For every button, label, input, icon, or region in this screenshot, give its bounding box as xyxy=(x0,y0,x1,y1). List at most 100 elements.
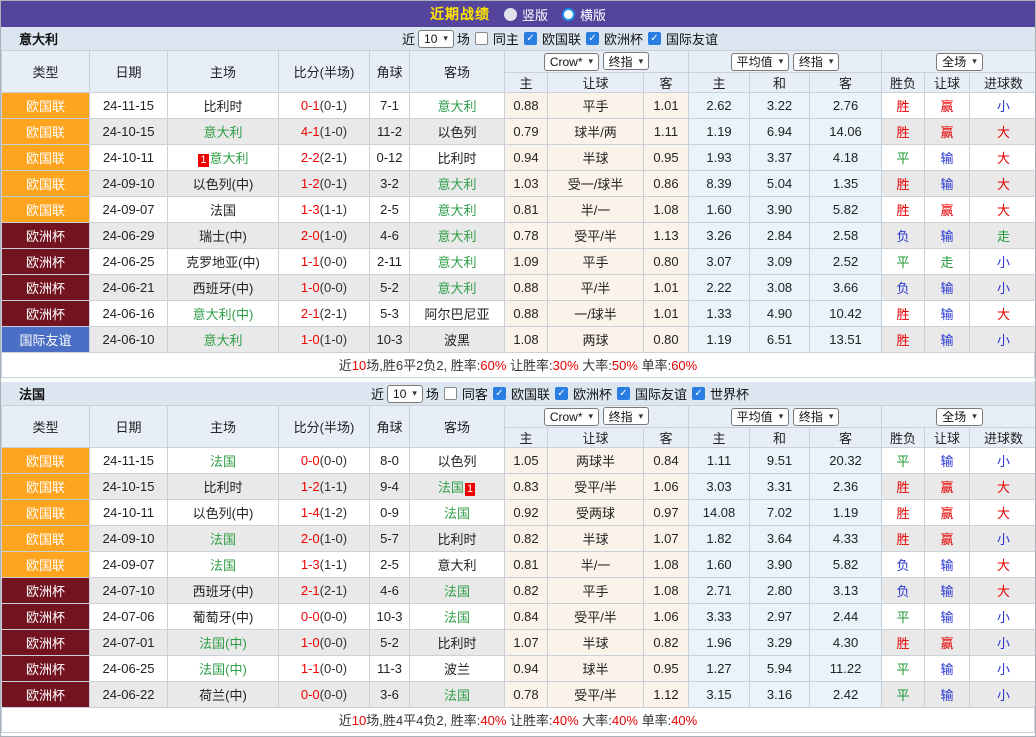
result-handicap: 赢 xyxy=(925,500,970,526)
result-winloss: 平 xyxy=(882,448,925,474)
away-team-name: 意大利 xyxy=(437,203,476,218)
result-goals: 小 xyxy=(970,93,1036,119)
average-select[interactable]: 平均值▾ xyxy=(731,408,790,426)
final-index-select[interactable]: 终指▾ xyxy=(603,407,650,425)
radio-horizontal[interactable]: 横版 xyxy=(562,5,606,24)
home-team-name: 以色列(中) xyxy=(193,177,254,192)
avg-away-odds: 4.30 xyxy=(810,630,882,656)
summary-segment: 让胜率: xyxy=(506,713,552,728)
radio-selected-icon[interactable] xyxy=(504,8,517,21)
filter-controls: 近10▾场同主✓欧国联✓欧洲杯✓国际友谊 xyxy=(402,29,718,48)
score-halftime: (2-1) xyxy=(320,306,347,321)
result-winloss: 负 xyxy=(882,578,925,604)
fulltime-select[interactable]: 全场▾ xyxy=(936,53,983,71)
away-team-cell: 意大利 xyxy=(410,171,505,197)
home-team-name: 意大利(中) xyxy=(193,307,254,322)
result-winloss: 平 xyxy=(882,656,925,682)
result-winloss: 胜 xyxy=(882,474,925,500)
avg-draw-odds: 9.51 xyxy=(750,448,810,474)
away-team-name: 法国 xyxy=(444,610,470,625)
score-fulltime: 2-1 xyxy=(301,306,320,321)
result-winloss: 胜 xyxy=(882,526,925,552)
result-winloss: 负 xyxy=(882,275,925,301)
away-team-name: 法国 xyxy=(444,688,470,703)
competition-checkbox-1[interactable]: ✓ xyxy=(586,32,599,45)
match-count-select[interactable]: 10▾ xyxy=(387,385,423,403)
crow-handicap: 平手 xyxy=(548,578,644,604)
home-team-cell: 法国 xyxy=(168,448,279,474)
same-venue-checkbox[interactable] xyxy=(475,32,488,45)
avg-home-odds: 2.62 xyxy=(689,93,750,119)
crow-away-odds: 1.01 xyxy=(644,301,689,327)
summary-segment: 60% xyxy=(671,358,697,373)
avg-away-odds: 2.42 xyxy=(810,682,882,708)
avg-draw-odds: 3.16 xyxy=(750,682,810,708)
final-index-select[interactable]: 终指▾ xyxy=(603,52,650,70)
result-goals: 小 xyxy=(970,604,1036,630)
result-winloss: 胜 xyxy=(882,301,925,327)
crow-away-odds: 0.80 xyxy=(644,327,689,353)
summary-line: 近10场,胜6平2负2, 胜率:60% 让胜率:30% 大率:50% 单率:60… xyxy=(1,353,1035,378)
fulltime-select[interactable]: 全场▾ xyxy=(936,408,983,426)
radio-vertical[interactable]: 竖版 xyxy=(504,5,548,24)
final-index-select-2[interactable]: 终指▾ xyxy=(793,53,840,71)
avg-away-odds: 2.36 xyxy=(810,474,882,500)
competition-checkbox-2[interactable]: ✓ xyxy=(617,387,630,400)
same-venue-checkbox[interactable] xyxy=(444,387,457,400)
score-fulltime: 1-3 xyxy=(301,202,320,217)
same-venue-label: 同主 xyxy=(493,29,519,48)
away-team-name: 法国 xyxy=(438,480,464,495)
section-意大利: 意大利近10▾场同主✓欧国联✓欧洲杯✓国际友谊类型日期主场比分(半场)角球客场C… xyxy=(1,27,1035,378)
type-cell: 欧国联 xyxy=(2,500,90,526)
date-cell: 24-06-10 xyxy=(90,327,168,353)
match-count-select[interactable]: 10▾ xyxy=(418,30,454,48)
result-goals: 大 xyxy=(970,119,1036,145)
competition-checkbox-0[interactable]: ✓ xyxy=(524,32,537,45)
home-team-name: 比利时 xyxy=(203,480,242,495)
away-team-cell: 意大利 xyxy=(410,197,505,223)
average-select[interactable]: 平均值▾ xyxy=(731,53,790,71)
home-team-name: 克罗地亚(中) xyxy=(186,255,260,270)
home-team-cell: 法国(中) xyxy=(168,656,279,682)
chevron-down-icon: ▾ xyxy=(639,411,644,422)
summary-segment: 40% xyxy=(671,713,697,728)
avg-draw-odds: 3.64 xyxy=(750,526,810,552)
crow-away-odds: 0.97 xyxy=(644,500,689,526)
away-team-name: 意大利 xyxy=(437,255,476,270)
home-team-cell: 荷兰(中) xyxy=(168,682,279,708)
crow-select[interactable]: Crow*▾ xyxy=(544,53,599,71)
avg-home-odds: 1.60 xyxy=(689,552,750,578)
result-goals: 大 xyxy=(970,552,1036,578)
score-cell: 0-0(0-0) xyxy=(279,448,370,474)
final-index-select-2-value: 终指 xyxy=(799,408,823,425)
table-row: 欧洲杯24-07-01法国(中)1-0(0-0)5-2比利时1.07半球0.82… xyxy=(2,630,1036,656)
crow-select[interactable]: Crow*▾ xyxy=(544,408,599,426)
subcol-header-2: 客 xyxy=(644,73,689,93)
final-index-select-2[interactable]: 终指▾ xyxy=(793,408,840,426)
competition-checkbox-1[interactable]: ✓ xyxy=(555,387,568,400)
crow-handicap: 受一/球半 xyxy=(548,171,644,197)
crow-away-odds: 1.08 xyxy=(644,552,689,578)
competition-checkbox-2[interactable]: ✓ xyxy=(648,32,661,45)
table-row: 欧洲杯24-06-22荷兰(中)0-0(0-0)3-6法国0.78受平/半1.1… xyxy=(2,682,1036,708)
crow-away-odds: 0.95 xyxy=(644,656,689,682)
away-team-name: 意大利 xyxy=(437,558,476,573)
away-team-cell: 以色列 xyxy=(410,119,505,145)
result-winloss: 平 xyxy=(882,682,925,708)
crow-home-odds: 0.94 xyxy=(505,656,548,682)
away-team-cell: 法国 xyxy=(410,578,505,604)
home-team-name: 比利时 xyxy=(203,99,242,114)
avg-home-odds: 1.96 xyxy=(689,630,750,656)
home-team-name: 法国 xyxy=(210,558,236,573)
away-team-cell: 意大利 xyxy=(410,223,505,249)
summary-segment: 40% xyxy=(612,713,638,728)
score-cell: 1-1(0-0) xyxy=(279,249,370,275)
competition-checkbox-0[interactable]: ✓ xyxy=(493,387,506,400)
radio-unselected-icon[interactable] xyxy=(562,8,575,21)
subcol-header-7: 让球 xyxy=(925,428,970,448)
competition-checkbox-3[interactable]: ✓ xyxy=(692,387,705,400)
crow-home-odds: 0.78 xyxy=(505,682,548,708)
chevron-down-icon: ▾ xyxy=(829,56,834,67)
score-fulltime: 1-0 xyxy=(301,635,320,650)
avg-home-odds: 1.27 xyxy=(689,656,750,682)
